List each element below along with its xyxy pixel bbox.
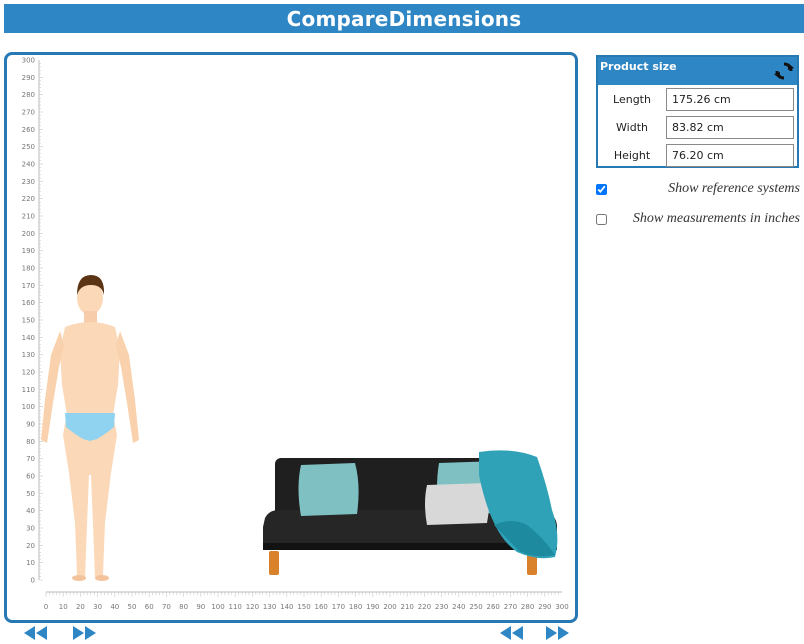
y-tick-label: 210 (22, 213, 35, 221)
x-tick-label: 130 (263, 603, 276, 611)
x-tick-label: 300 (555, 603, 568, 611)
height-label: Height (613, 148, 651, 162)
x-tick-label: 140 (280, 603, 293, 611)
show-inches-checkbox[interactable] (596, 214, 607, 225)
y-tick-label: 180 (22, 265, 35, 273)
x-tick-label: 80 (179, 603, 188, 611)
x-tick-label: 200 (383, 603, 396, 611)
x-tick-label: 190 (366, 603, 379, 611)
show-inches-label[interactable]: Show measurements in inches (633, 211, 800, 227)
y-tick-label: 30 (26, 525, 35, 533)
y-tick-label: 120 (22, 369, 35, 377)
width-field[interactable] (666, 115, 794, 139)
product-size-panel: Product size Length Width Height (596, 55, 799, 168)
y-tick-label: 150 (22, 317, 35, 325)
show-reference-checkbox[interactable] (596, 184, 607, 195)
x-tick-label: 40 (110, 603, 119, 611)
x-tick-label: 260 (487, 603, 500, 611)
x-tick-label: 240 (452, 603, 465, 611)
y-tick-label: 170 (22, 282, 35, 290)
y-tick-label: 90 (26, 421, 35, 429)
y-tick-label: 220 (22, 195, 35, 203)
width-label: Width (616, 120, 648, 134)
x-tick-label: 10 (59, 603, 68, 611)
x-tick-label: 70 (162, 603, 171, 611)
y-tick-label: 20 (26, 542, 35, 550)
length-row: Length (598, 85, 797, 113)
x-tick-label: 50 (128, 603, 137, 611)
y-tick-label: 10 (26, 559, 35, 567)
product-size-title: Product size (600, 60, 677, 73)
x-tick-label: 210 (401, 603, 414, 611)
y-tick-label: 200 (22, 230, 35, 238)
y-tick-label: 230 (22, 178, 35, 186)
x-tick-label: 220 (418, 603, 431, 611)
y-tick-label: 270 (22, 109, 35, 117)
show-inches-option: Show measurements in inches (596, 211, 802, 229)
human-figure[interactable] (41, 275, 139, 581)
show-reference-label[interactable]: Show reference systems (668, 181, 800, 197)
x-tick-label: 90 (196, 603, 205, 611)
next-left-button[interactable] (72, 625, 98, 641)
y-tick-label: 40 (26, 507, 35, 515)
canvas-drawing: 0102030405060708090100110120130140150160… (22, 57, 569, 612)
x-tick-label: 270 (504, 603, 517, 611)
x-tick-label: 160 (315, 603, 328, 611)
x-tick-label: 120 (246, 603, 259, 611)
x-tick-label: 60 (145, 603, 154, 611)
y-tick-label: 60 (26, 473, 35, 481)
y-tick-label: 130 (22, 351, 35, 359)
x-tick-label: 0 (44, 603, 48, 611)
horizontal-ruler: 0 10 20 30 40 50 60 70 80 90 100 110 120 130 140 150 160… (44, 591, 569, 611)
x-tick-label: 30 (93, 603, 102, 611)
y-tick-label: 260 (22, 126, 35, 134)
y-tick-label: 250 (22, 143, 35, 151)
x-tick-label: 110 (229, 603, 242, 611)
y-tick-label: 140 (22, 334, 35, 342)
y-tick-label: 190 (22, 247, 35, 255)
vertical-ruler: 0 10 20 30 40 50 60 70 80 90 100 110 120 130 140 150 160… (22, 57, 43, 585)
y-tick-label: 280 (22, 91, 35, 99)
y-tick-label: 160 (22, 299, 35, 307)
app-title: CompareDimensions (286, 6, 522, 31)
y-tick-label: 80 (26, 438, 35, 446)
length-label: Length (613, 92, 651, 106)
length-field[interactable] (666, 87, 794, 111)
y-tick-label: 50 (26, 490, 35, 498)
x-tick-label: 230 (435, 603, 448, 611)
comparison-canvas[interactable]: 0 10 20 30 40 50 60 70 80 90 100 110 120 130 140 150 160… (4, 52, 578, 623)
height-row: Height (598, 141, 797, 169)
x-tick-label: 170 (332, 603, 345, 611)
next-right-button[interactable] (545, 625, 571, 641)
sofa-image[interactable] (263, 450, 558, 575)
y-tick-label: 290 (22, 74, 35, 82)
x-tick-label: 290 (538, 603, 551, 611)
x-tick-label: 20 (76, 603, 85, 611)
y-tick-label: 100 (22, 403, 35, 411)
x-tick-label: 100 (211, 603, 224, 611)
x-tick-label: 150 (297, 603, 310, 611)
prev-right-button[interactable] (498, 625, 524, 641)
x-tick-label: 180 (349, 603, 362, 611)
x-tick-label: 280 (521, 603, 534, 611)
height-field[interactable] (666, 143, 794, 167)
prev-left-button[interactable] (22, 625, 48, 641)
show-reference-option: Show reference systems (596, 181, 802, 199)
product-size-header: Product size (598, 57, 797, 85)
y-tick-label: 240 (22, 161, 35, 169)
y-tick-label: 110 (22, 386, 35, 394)
app-title-bar: CompareDimensions (4, 4, 804, 33)
y-tick-label: 0 (31, 577, 35, 585)
y-tick-label: 70 (26, 455, 35, 463)
refresh-icon[interactable] (774, 61, 794, 81)
x-tick-label: 250 (469, 603, 482, 611)
width-row: Width (598, 113, 797, 141)
y-tick-label: 300 (22, 57, 35, 65)
